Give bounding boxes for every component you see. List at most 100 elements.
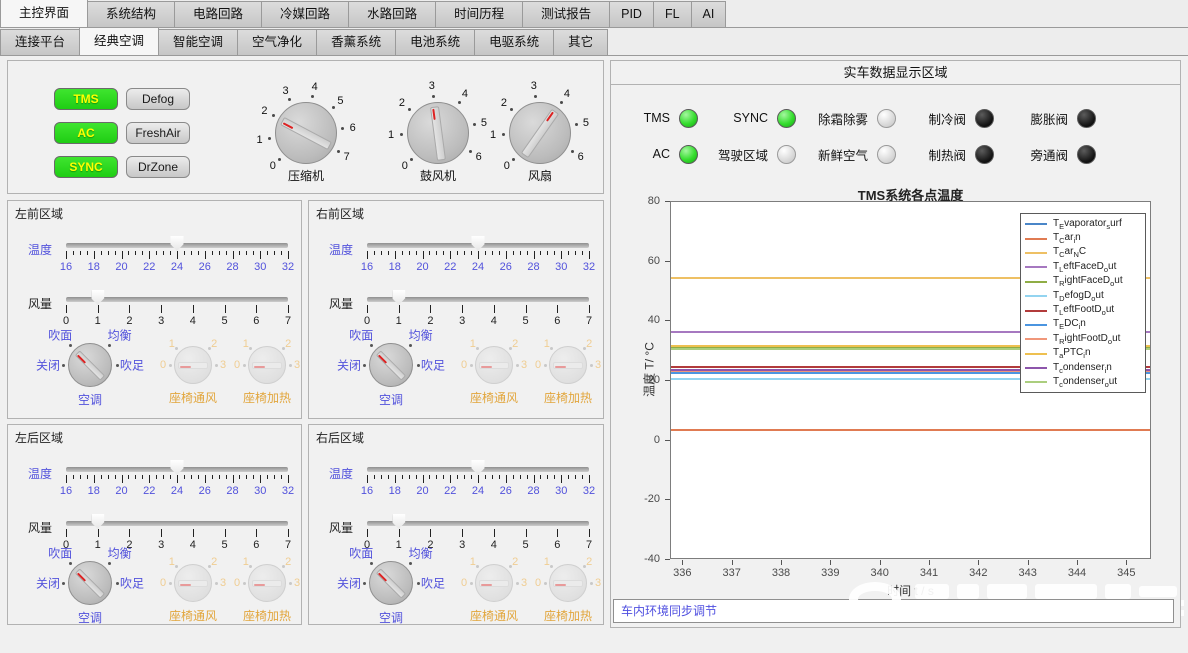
slider-tick [589,251,590,259]
legend-label: TCarin [1053,232,1081,245]
slider-tick [128,475,129,479]
slider-tick [457,251,458,255]
knob-tick-dot [502,133,505,136]
knob-tick-dot [470,364,473,367]
knob-tick-label: 7 [344,151,350,163]
slider-tick [128,251,129,255]
slider-tick [87,475,88,479]
slider-tick [506,475,507,483]
subtab-电池系统[interactable]: 电池系统 [395,29,475,55]
option-button-Defog[interactable]: Defog [126,88,190,110]
slider-thumb[interactable] [171,236,184,251]
knob-tick-label: 吹面 [48,327,72,344]
slider-track[interactable] [66,467,288,472]
knob-caption: 压缩机 [288,167,324,184]
slider-tick [149,251,150,259]
knob-tick-dot [410,158,413,161]
tab-电路回路[interactable]: 电路回路 [174,1,262,27]
y-tick [665,440,670,441]
slider-tick [205,475,206,483]
tab-冷媒回路[interactable]: 冷媒回路 [261,1,349,27]
toggle-button-TMS[interactable]: TMS [54,88,118,110]
tab-时间历程[interactable]: 时间历程 [435,1,523,27]
x-tick [880,560,881,565]
subtab-香薰系统[interactable]: 香薰系统 [316,29,396,55]
slider-tick [246,475,247,479]
toggle-button-SYNC[interactable]: SYNC [54,156,118,178]
tab-PID[interactable]: PID [609,1,654,27]
legend-entry: TaPTCin [1025,347,1141,361]
slider-scale-number: 26 [199,261,211,273]
slider-track[interactable] [367,467,589,472]
slider-tick [267,475,268,479]
slider-thumb[interactable] [472,460,485,475]
knob-tick-label: 0 [270,160,276,172]
knob-tick-dot [289,364,292,367]
knob-tick-label: 3 [283,85,289,97]
slider-tick [416,251,417,255]
slider-tick [233,475,234,483]
legend-entry: TLeftFootDout [1025,303,1141,317]
zone-title: 右前区域 [316,205,364,222]
slider-tick [409,475,410,479]
slider-tick [416,475,417,479]
knob-tick-dot [311,95,314,98]
knob-tick-dot [69,562,72,565]
slider-tick [409,251,410,255]
slider-thumb[interactable] [171,460,184,475]
tab-AI[interactable]: AI [691,1,727,27]
sub-tab-bar: 连接平台经典空调智能空调空气净化香薰系统电池系统电驱系统其它 [0,28,1188,56]
slider-scale-number: 28 [226,485,238,497]
status-text-box[interactable]: 车内环境同步调节 [613,599,1174,623]
slider-track[interactable] [66,243,288,248]
slider-tick [191,475,192,479]
slider-scale-number: 20 [115,485,127,497]
slider-tick [429,475,430,479]
tab-水路回路[interactable]: 水路回路 [348,1,436,27]
slider-scale-number: 32 [282,485,294,497]
slider-tick [561,251,562,259]
knob-风扇[interactable]: 0123456风扇 [470,63,610,203]
tab-测试报告[interactable]: 测试报告 [522,1,610,27]
knob-tick-label: 4 [462,88,468,100]
legend-line-swatch [1025,295,1047,297]
slider-tick [457,475,458,479]
slider-tick [471,251,472,255]
subtab-经典空调[interactable]: 经典空调 [79,27,159,55]
slider-tick [66,251,67,259]
x-tick-label: 336 [673,567,691,579]
option-button-DrZone[interactable]: DrZone [126,156,190,178]
slider-track[interactable] [367,243,589,248]
subtab-电驱系统[interactable]: 电驱系统 [474,29,554,55]
live-data-panel: 实车数据显示区域 TMSSYNC除霜除雾制冷阀膨胀阀AC驾驶区域新鲜空气制热阀旁… [610,60,1181,628]
option-button-FreshAir[interactable]: FreshAir [126,122,190,144]
slider-tick [101,475,102,479]
tab-系统结构[interactable]: 系统结构 [87,1,175,27]
chart-legend: TEvaporatorsurfTCarinTCarNCTLeftFaceDout… [1020,213,1146,393]
knob-tick-label: 1 [470,338,476,350]
slider-温度: 温度161820222426283032 [8,459,301,501]
tab-主控界面[interactable]: 主控界面 [0,0,88,27]
y-tick-label: -20 [644,493,664,505]
subtab-智能空调[interactable]: 智能空调 [158,29,238,55]
tab-FL[interactable]: FL [653,1,692,27]
knob-pointer-tip [254,366,265,369]
legend-entry: TCarin [1025,231,1141,245]
slider-tick [582,251,583,255]
slider-label: 温度 [28,465,52,482]
slider-scale-number: 32 [583,485,595,497]
slider-tick [478,251,479,259]
zone-title: 左前区域 [15,205,63,222]
slider-scale-number: 16 [60,485,72,497]
x-tick-label: 337 [722,567,740,579]
knob-压缩机[interactable]: 01234567压缩机 [236,63,376,203]
slider-thumb[interactable] [472,236,485,251]
knob-tick-dot [458,101,461,104]
slider-ticks [367,475,589,484]
subtab-连接平台[interactable]: 连接平台 [0,29,80,55]
subtab-其它[interactable]: 其它 [553,29,608,55]
legend-label: TLeftFootDout [1053,304,1114,317]
x-tick [1077,560,1078,565]
subtab-空气净化[interactable]: 空气净化 [237,29,317,55]
toggle-button-AC[interactable]: AC [54,122,118,144]
